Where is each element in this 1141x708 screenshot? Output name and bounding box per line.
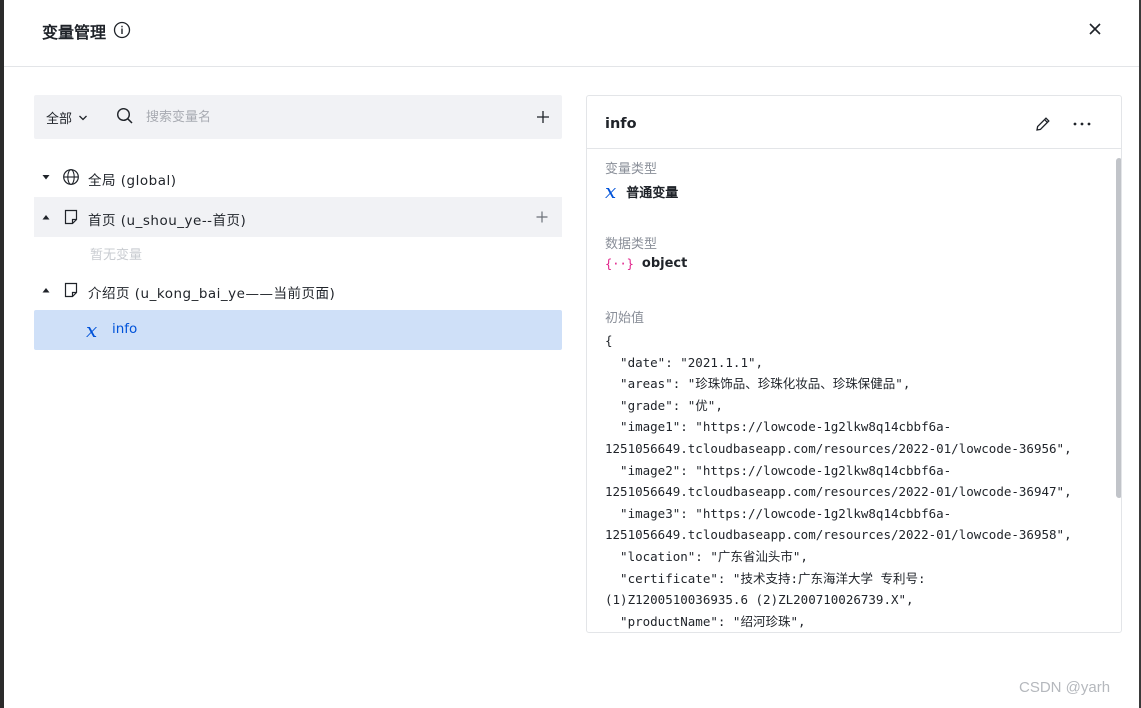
pencil-icon[interactable]	[1034, 115, 1052, 133]
initial-value-code: { "date": "2021.1.1", "areas": "珍珠饰品、珍珠化…	[605, 330, 1100, 632]
data-type-label: 数据类型	[605, 237, 658, 252]
code-line: 1251056649.tcloudbaseapp.com/resources/2…	[605, 440, 1072, 456]
detail-title: info	[605, 116, 637, 132]
search-input[interactable]	[146, 106, 506, 128]
variable-type-label: 变量类型	[605, 162, 658, 177]
code-line: "image2": "https://lowcode-1g2lkw8q14cbb…	[605, 462, 952, 478]
code-line: "certificate": "技术支持:广东海洋大学 专利号:	[605, 570, 926, 586]
scope-dropdown[interactable]: 全部	[46, 108, 88, 127]
code-line: "productName": "绍河珍珠",	[605, 613, 806, 629]
page-icon	[62, 208, 80, 226]
tree-node-intro[interactable]: 介绍页 (u_kong_bai_ye——当前页面)	[34, 270, 562, 310]
tree-node-variable-info[interactable]: x info	[34, 310, 562, 350]
chevron-down-icon	[79, 115, 87, 120]
variable-toolbar: 全部	[34, 95, 562, 139]
code-line: (1)Z1200510036935.6 (2)ZL200710026739.X"…	[605, 592, 914, 608]
code-line: "date": "2021.1.1",	[605, 354, 764, 370]
caret-up-icon[interactable]	[41, 212, 51, 222]
tree-node-global[interactable]: 全局 (global)	[34, 157, 562, 197]
code-line: 1251056649.tcloudbaseapp.com/resources/2…	[605, 484, 1072, 500]
window-frame-left	[0, 0, 4, 708]
empty-variables-note: 暂无变量	[90, 248, 143, 263]
more-icon[interactable]	[1071, 115, 1093, 133]
globe-icon	[62, 168, 80, 186]
code-line: {	[605, 333, 613, 348]
dialog-title: 变量管理	[42, 23, 107, 42]
tree-node-label: 介绍页 (u_kong_bai_ye——当前页面)	[88, 286, 336, 302]
tree-node-label: 首页 (u_shou_ye--首页)	[88, 213, 247, 229]
page-icon	[62, 281, 80, 299]
scrollbar-thumb[interactable]	[1116, 158, 1121, 498]
add-variable-icon[interactable]	[534, 108, 552, 126]
variable-name: info	[112, 321, 138, 337]
dialog-header: 变量管理	[4, 0, 1139, 67]
variable-x-icon: x	[605, 179, 617, 203]
data-type-value: {··} object	[605, 256, 688, 271]
code-line: "areas": "珍珠饰品、珍珠化妆品、珍珠保健品",	[605, 376, 911, 392]
initial-value-label: 初始值	[605, 311, 645, 326]
variable-detail-panel: info 变量类型 x 普通变量 数据类型 {··} object 初始值 { …	[586, 95, 1122, 633]
tree-node-home[interactable]: 首页 (u_shou_ye--首页)	[34, 197, 562, 237]
tree-node-label: 全局 (global)	[88, 173, 177, 189]
watermark: CSDN @yarh	[1019, 679, 1111, 696]
detail-body: 变量类型 x 普通变量 数据类型 {··} object 初始值 { "date…	[587, 150, 1121, 632]
add-variable-icon[interactable]	[533, 208, 551, 226]
code-line: "grade": "优",	[605, 397, 723, 413]
code-line: 1251056649.tcloudbaseapp.com/resources/2…	[605, 527, 1072, 543]
detail-header: info	[587, 96, 1121, 149]
code-line: "image1": "https://lowcode-1g2lkw8q14cbb…	[605, 419, 952, 435]
variable-x-icon: x	[86, 318, 98, 342]
info-icon[interactable]	[113, 21, 131, 39]
caret-down-icon[interactable]	[41, 172, 51, 182]
caret-up-icon[interactable]	[41, 285, 51, 295]
variable-type-value: x 普通变量	[605, 179, 679, 203]
code-line: "location": "广东省汕头市",	[605, 548, 808, 564]
code-line: "image3": "https://lowcode-1g2lkw8q14cbb…	[605, 505, 952, 521]
scope-dropdown-value: 全部	[46, 112, 73, 127]
close-icon	[1089, 23, 1101, 35]
close-button[interactable]	[1084, 18, 1106, 40]
search-icon	[116, 107, 134, 125]
object-braces-icon: {··}	[605, 256, 634, 271]
